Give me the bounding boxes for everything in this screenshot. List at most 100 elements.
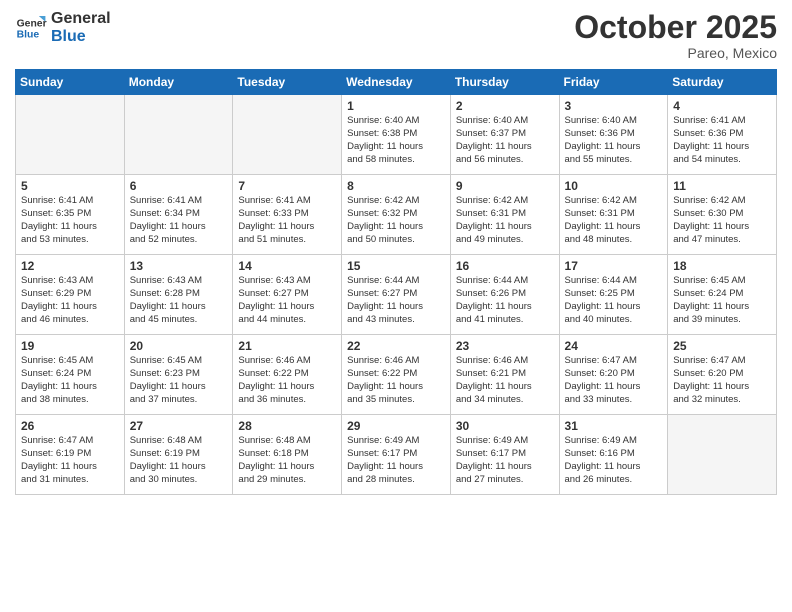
weekday-header-monday: Monday xyxy=(124,70,233,95)
day-info: Sunrise: 6:48 AM Sunset: 6:18 PM Dayligh… xyxy=(238,435,336,486)
weekday-header-saturday: Saturday xyxy=(668,70,777,95)
day-info: Sunrise: 6:41 AM Sunset: 6:35 PM Dayligh… xyxy=(21,195,119,246)
calendar: SundayMondayTuesdayWednesdayThursdayFrid… xyxy=(15,69,777,495)
day-cell: 24Sunrise: 6:47 AM Sunset: 6:20 PM Dayli… xyxy=(559,335,668,415)
week-row-5: 26Sunrise: 6:47 AM Sunset: 6:19 PM Dayli… xyxy=(16,415,777,495)
day-number: 20 xyxy=(130,339,228,353)
header: General Blue General Blue October 2025 P… xyxy=(15,10,777,61)
day-cell: 2 Sunrise: 6:40 AM Sunset: 6:37 PM Daylig… xyxy=(450,95,559,175)
page: General Blue General Blue October 2025 P… xyxy=(0,0,792,612)
logo: General Blue General Blue xyxy=(15,10,111,45)
day-cell xyxy=(16,95,125,175)
day-number: 25 xyxy=(673,339,771,353)
day-info: Sunrise: 6:44 AM Sunset: 6:27 PM Dayligh… xyxy=(347,275,445,326)
day-info: Sunrise: 6:47 AM Sunset: 6:20 PM Dayligh… xyxy=(673,355,771,406)
day-info: Sunrise: 6:46 AM Sunset: 6:22 PM Dayligh… xyxy=(347,355,445,406)
day-cell: 18 Sunrise: 6:45 AM Sunset: 6:24 PM Dayli… xyxy=(668,255,777,335)
day-info: Sunrise: 6:40 AM Sunset: 6:36 PM Dayligh… xyxy=(565,115,663,166)
week-row-2: 5 Sunrise: 6:41 AM Sunset: 6:35 PM Daylig… xyxy=(16,175,777,255)
day-info: Sunrise: 6:46 AM Sunset: 6:21 PM Dayligh… xyxy=(456,355,554,406)
day-cell: 21 Sunrise: 6:46 AM Sunset: 6:22 PM Dayli… xyxy=(233,335,342,415)
day-cell: 10 Sunrise: 6:42 AM Sunset: 6:31 PM Dayli… xyxy=(559,175,668,255)
week-row-4: 19 Sunrise: 6:45 AM Sunset: 6:24 PM Dayli… xyxy=(16,335,777,415)
day-cell: 7 Sunrise: 6:41 AM Sunset: 6:33 PM Daylig… xyxy=(233,175,342,255)
logo-general-text: General xyxy=(51,10,111,28)
day-cell: 20 Sunrise: 6:45 AM Sunset: 6:23 PM Dayli… xyxy=(124,335,233,415)
day-cell: 29Sunrise: 6:49 AM Sunset: 6:17 PM Dayli… xyxy=(342,415,451,495)
day-number: 31 xyxy=(565,419,663,433)
day-cell: 31 Sunrise: 6:49 AM Sunset: 6:16 PM Dayli… xyxy=(559,415,668,495)
weekday-header-row: SundayMondayTuesdayWednesdayThursdayFrid… xyxy=(16,70,777,95)
day-info: Sunrise: 6:45 AM Sunset: 6:24 PM Dayligh… xyxy=(673,275,771,326)
day-info: Sunrise: 6:44 AM Sunset: 6:25 PM Dayligh… xyxy=(565,275,663,326)
day-info: Sunrise: 6:49 AM Sunset: 6:16 PM Dayligh… xyxy=(565,435,663,486)
day-info: Sunrise: 6:41 AM Sunset: 6:36 PM Dayligh… xyxy=(673,115,771,166)
day-number: 4 xyxy=(673,99,771,113)
day-number: 14 xyxy=(238,259,336,273)
day-number: 2 xyxy=(456,99,554,113)
day-number: 16 xyxy=(456,259,554,273)
day-number: 9 xyxy=(456,179,554,193)
day-info: Sunrise: 6:43 AM Sunset: 6:27 PM Dayligh… xyxy=(238,275,336,326)
day-number: 26 xyxy=(21,419,119,433)
week-row-3: 12 Sunrise: 6:43 AM Sunset: 6:29 PM Dayli… xyxy=(16,255,777,335)
day-cell: 25 Sunrise: 6:47 AM Sunset: 6:20 PM Dayli… xyxy=(668,335,777,415)
day-info: Sunrise: 6:48 AM Sunset: 6:19 PM Dayligh… xyxy=(130,435,228,486)
logo-icon: General Blue xyxy=(15,12,47,44)
day-number: 7 xyxy=(238,179,336,193)
day-cell xyxy=(668,415,777,495)
month-title: October 2025 xyxy=(574,10,777,45)
day-cell: 16 Sunrise: 6:44 AM Sunset: 6:26 PM Dayli… xyxy=(450,255,559,335)
day-info: Sunrise: 6:49 AM Sunset: 6:17 PM Dayligh… xyxy=(456,435,554,486)
day-cell: 19 Sunrise: 6:45 AM Sunset: 6:24 PM Dayli… xyxy=(16,335,125,415)
day-number: 11 xyxy=(673,179,771,193)
day-number: 15 xyxy=(347,259,445,273)
day-info: Sunrise: 6:40 AM Sunset: 6:38 PM Dayligh… xyxy=(347,115,445,166)
day-info: Sunrise: 6:40 AM Sunset: 6:37 PM Dayligh… xyxy=(456,115,554,166)
week-row-1: 1 Sunrise: 6:40 AM Sunset: 6:38 PM Daylig… xyxy=(16,95,777,175)
weekday-header-tuesday: Tuesday xyxy=(233,70,342,95)
day-info: Sunrise: 6:42 AM Sunset: 6:30 PM Dayligh… xyxy=(673,195,771,246)
title-block: October 2025 Pareo, Mexico xyxy=(574,10,777,61)
day-number: 13 xyxy=(130,259,228,273)
day-cell: 5 Sunrise: 6:41 AM Sunset: 6:35 PM Daylig… xyxy=(16,175,125,255)
day-cell: 28 Sunrise: 6:48 AM Sunset: 6:18 PM Dayli… xyxy=(233,415,342,495)
day-info: Sunrise: 6:47 AM Sunset: 6:20 PM Dayligh… xyxy=(565,355,663,406)
day-info: Sunrise: 6:42 AM Sunset: 6:31 PM Dayligh… xyxy=(456,195,554,246)
day-info: Sunrise: 6:44 AM Sunset: 6:26 PM Dayligh… xyxy=(456,275,554,326)
day-cell: 3Sunrise: 6:40 AM Sunset: 6:36 PM Daylig… xyxy=(559,95,668,175)
day-number: 12 xyxy=(21,259,119,273)
day-number: 5 xyxy=(21,179,119,193)
day-cell: 23Sunrise: 6:46 AM Sunset: 6:21 PM Dayli… xyxy=(450,335,559,415)
day-cell xyxy=(233,95,342,175)
day-cell: 30 Sunrise: 6:49 AM Sunset: 6:17 PM Dayli… xyxy=(450,415,559,495)
day-number: 28 xyxy=(238,419,336,433)
day-info: Sunrise: 6:41 AM Sunset: 6:33 PM Dayligh… xyxy=(238,195,336,246)
day-number: 8 xyxy=(347,179,445,193)
day-number: 21 xyxy=(238,339,336,353)
day-cell: 6Sunrise: 6:41 AM Sunset: 6:34 PM Daylig… xyxy=(124,175,233,255)
day-number: 18 xyxy=(673,259,771,273)
day-number: 29 xyxy=(347,419,445,433)
day-number: 27 xyxy=(130,419,228,433)
day-info: Sunrise: 6:43 AM Sunset: 6:29 PM Dayligh… xyxy=(21,275,119,326)
day-number: 30 xyxy=(456,419,554,433)
day-number: 17 xyxy=(565,259,663,273)
day-info: Sunrise: 6:45 AM Sunset: 6:23 PM Dayligh… xyxy=(130,355,228,406)
day-number: 1 xyxy=(347,99,445,113)
day-cell: 8Sunrise: 6:42 AM Sunset: 6:32 PM Daylig… xyxy=(342,175,451,255)
weekday-header-sunday: Sunday xyxy=(16,70,125,95)
day-info: Sunrise: 6:45 AM Sunset: 6:24 PM Dayligh… xyxy=(21,355,119,406)
day-number: 10 xyxy=(565,179,663,193)
weekday-header-thursday: Thursday xyxy=(450,70,559,95)
day-number: 22 xyxy=(347,339,445,353)
day-cell: 9 Sunrise: 6:42 AM Sunset: 6:31 PM Daylig… xyxy=(450,175,559,255)
day-info: Sunrise: 6:46 AM Sunset: 6:22 PM Dayligh… xyxy=(238,355,336,406)
weekday-header-wednesday: Wednesday xyxy=(342,70,451,95)
day-number: 19 xyxy=(21,339,119,353)
day-cell: 14 Sunrise: 6:43 AM Sunset: 6:27 PM Dayli… xyxy=(233,255,342,335)
location: Pareo, Mexico xyxy=(574,45,777,61)
day-info: Sunrise: 6:42 AM Sunset: 6:31 PM Dayligh… xyxy=(565,195,663,246)
day-cell: 22 Sunrise: 6:46 AM Sunset: 6:22 PM Dayli… xyxy=(342,335,451,415)
logo-blue-text: Blue xyxy=(51,28,111,46)
